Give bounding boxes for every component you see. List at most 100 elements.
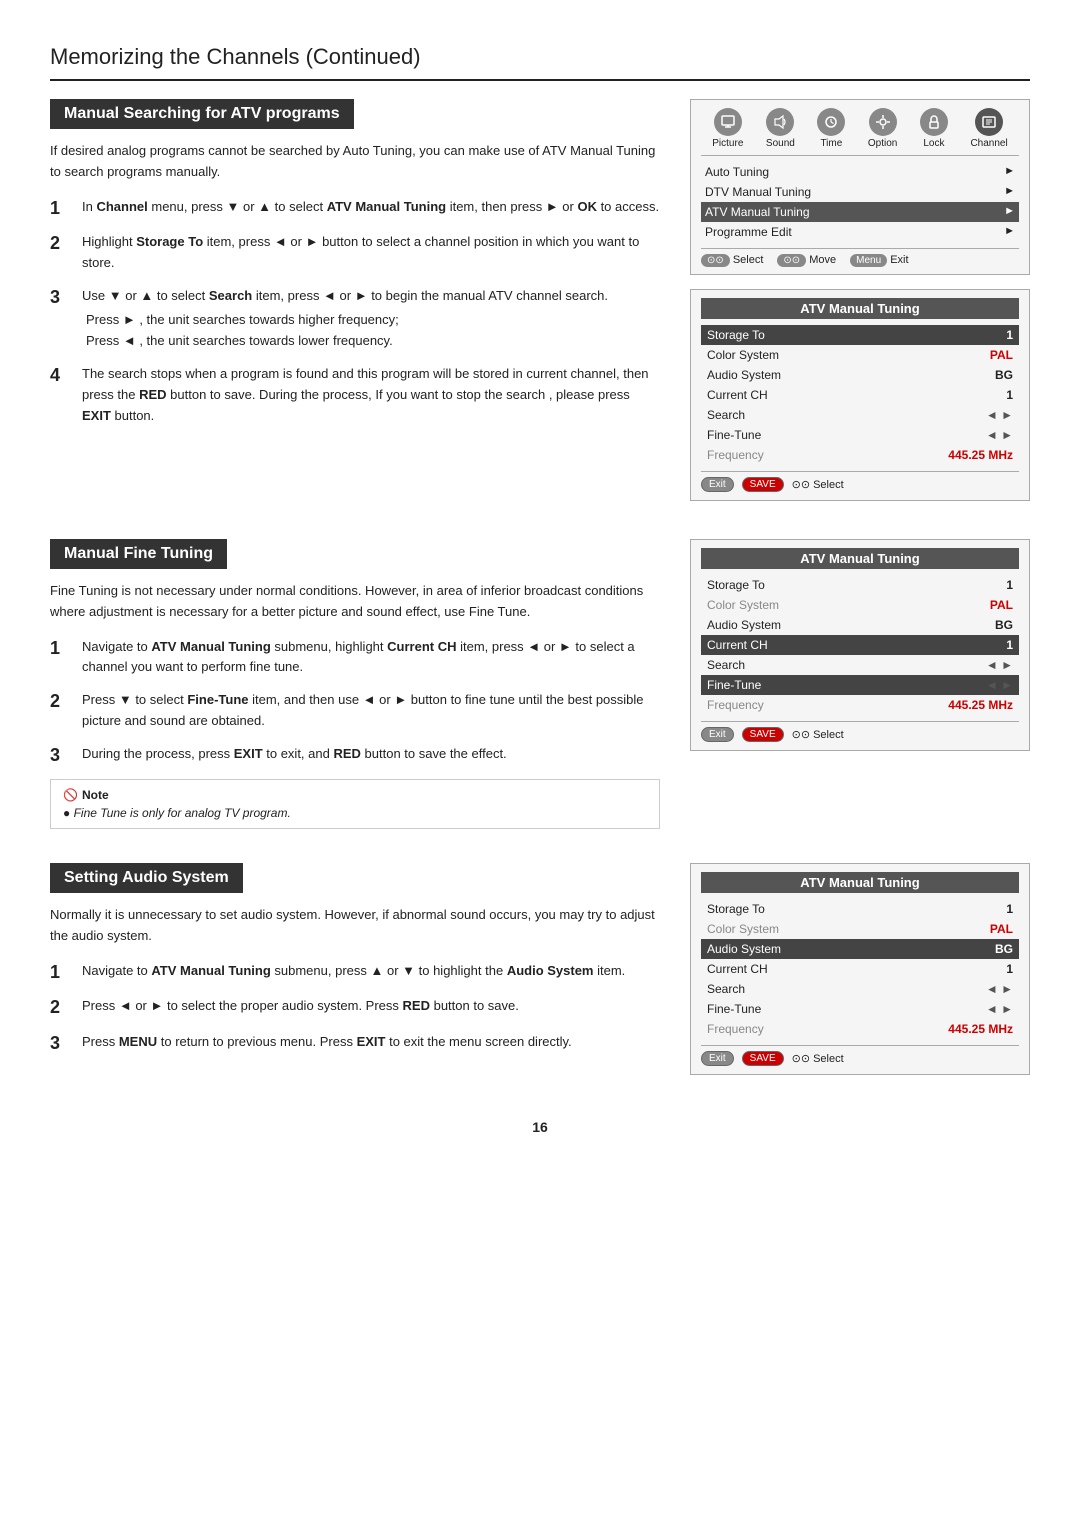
fine-step-num-3: 3 bbox=[50, 744, 72, 767]
audio-value-2: BG bbox=[995, 618, 1013, 632]
page-title: Memorizing the Channels (Continued) bbox=[50, 40, 1030, 81]
color-value-2: PAL bbox=[990, 598, 1013, 612]
freq-label-1: Frequency bbox=[707, 448, 764, 462]
atv-box2-search: Search ◄ ► bbox=[701, 655, 1019, 675]
audio-step-1: 1 Navigate to ATV Manual Tuning submenu,… bbox=[50, 961, 660, 984]
atv-box2-freq: Frequency 445.25 MHz bbox=[701, 695, 1019, 715]
search-value-3: ◄ ► bbox=[986, 982, 1013, 996]
dtv-arrow: ► bbox=[1004, 185, 1015, 199]
audio-header: Setting Audio System bbox=[50, 863, 243, 893]
note-header: 🚫 Note bbox=[63, 788, 647, 802]
finetune-value-1: ◄ ► bbox=[986, 428, 1013, 442]
curch-value-2: 1 bbox=[1006, 638, 1013, 652]
fine-step-3: 3 During the process, press EXIT to exit… bbox=[50, 744, 660, 767]
finetune-label-2: Fine-Tune bbox=[707, 678, 761, 692]
channel-icon-circle bbox=[975, 108, 1003, 136]
note-box: 🚫 Note ● Fine Tune is only for analog TV… bbox=[50, 779, 660, 829]
page-container: Memorizing the Channels (Continued) Manu… bbox=[0, 0, 1080, 1527]
menu-row-auto-tuning: Auto Tuning ► bbox=[701, 162, 1019, 182]
fine-step-content-2: Press ▼ to select Fine-Tune item, and th… bbox=[82, 690, 660, 732]
search-label-3: Search bbox=[707, 982, 745, 996]
menu-row-dtv: DTV Manual Tuning ► bbox=[701, 182, 1019, 202]
color-value-3: PAL bbox=[990, 922, 1013, 936]
atv-box1-finetune: Fine-Tune ◄ ► bbox=[701, 425, 1019, 445]
atv-header: Manual Searching for ATV programs bbox=[50, 99, 354, 129]
audio-step-content-2: Press ◄ or ► to select the proper audio … bbox=[82, 996, 660, 1019]
fine-intro: Fine Tuning is not necessary under norma… bbox=[50, 581, 660, 623]
storage-value-3: 1 bbox=[1006, 902, 1013, 916]
atv-box3-freq: Frequency 445.25 MHz bbox=[701, 1019, 1019, 1039]
exit-btn-1: Exit bbox=[701, 477, 734, 492]
audio-step-num-3: 3 bbox=[50, 1032, 72, 1055]
atv-box3-audio: Audio System BG bbox=[701, 939, 1019, 959]
atv-box1-search: Search ◄ ► bbox=[701, 405, 1019, 425]
storage-value-1: 1 bbox=[1006, 328, 1013, 342]
icon-picture: Picture bbox=[712, 108, 743, 149]
freq-value-1: 445.25 MHz bbox=[948, 448, 1013, 462]
menu-row-programme: Programme Edit ► bbox=[701, 222, 1019, 242]
atv-box1-curch: Current CH 1 bbox=[701, 385, 1019, 405]
lock-icon-circle bbox=[920, 108, 948, 136]
select-label-2: ⊙⊙ Select bbox=[792, 728, 844, 741]
atv-box2-finetune: Fine-Tune ◄ ► bbox=[701, 675, 1019, 695]
fine-step-1: 1 Navigate to ATV Manual Tuning submenu,… bbox=[50, 637, 660, 679]
storage-value-2: 1 bbox=[1006, 578, 1013, 592]
auto-tuning-arrow: ► bbox=[1004, 165, 1015, 179]
audio-value-1: BG bbox=[995, 368, 1013, 382]
move-icon: ⊙⊙ bbox=[777, 254, 806, 267]
search-label-1: Search bbox=[707, 408, 745, 422]
step-num-4: 4 bbox=[50, 364, 72, 426]
atv-right: Picture Sound Time bbox=[690, 99, 1030, 515]
fine-step-content-3: During the process, press EXIT to exit, … bbox=[82, 744, 660, 767]
save-btn-1: SAVE bbox=[742, 477, 784, 492]
curch-value-1: 1 bbox=[1006, 388, 1013, 402]
freq-value-3: 445.25 MHz bbox=[948, 1022, 1013, 1036]
atv-box3-title: ATV Manual Tuning bbox=[701, 872, 1019, 893]
atv-box1-freq: Frequency 445.25 MHz bbox=[701, 445, 1019, 465]
audio-intro: Normally it is unnecessary to set audio … bbox=[50, 905, 660, 947]
save-btn-2: SAVE bbox=[742, 727, 784, 742]
select-label-1: ⊙⊙ Select bbox=[792, 478, 844, 491]
atv-box3-footer: Exit SAVE ⊙⊙ Select bbox=[701, 1045, 1019, 1066]
save-btn-3: SAVE bbox=[742, 1051, 784, 1066]
color-label-1: Color System bbox=[707, 348, 779, 362]
time-icon-circle bbox=[817, 108, 845, 136]
audio-step-content-3: Press MENU to return to previous menu. P… bbox=[82, 1032, 660, 1055]
atv-box2-color: Color System PAL bbox=[701, 595, 1019, 615]
curch-label-3: Current CH bbox=[707, 962, 768, 976]
atv-steps: 1 In Channel menu, press ▼ or ▲ to selec… bbox=[50, 197, 660, 427]
freq-label-3: Frequency bbox=[707, 1022, 764, 1036]
atv-step-3: 3 Use ▼ or ▲ to select Search item, pres… bbox=[50, 286, 660, 352]
color-label-2: Color System bbox=[707, 598, 779, 612]
storage-label-3: Storage To bbox=[707, 902, 765, 916]
programme-arrow: ► bbox=[1004, 225, 1015, 239]
fine-step-content-1: Navigate to ATV Manual Tuning submenu, h… bbox=[82, 637, 660, 679]
atv-arrow: ► bbox=[1004, 205, 1015, 219]
search-value-1: ◄ ► bbox=[986, 408, 1013, 422]
programme-label: Programme Edit bbox=[705, 225, 792, 239]
curch-label-1: Current CH bbox=[707, 388, 768, 402]
audio-value-3: BG bbox=[995, 942, 1013, 956]
atv-box-2: ATV Manual Tuning Storage To 1 Color Sys… bbox=[690, 539, 1030, 751]
curch-label-2: Current CH bbox=[707, 638, 768, 652]
atv-box2-title: ATV Manual Tuning bbox=[701, 548, 1019, 569]
menu-icons-row: Picture Sound Time bbox=[701, 108, 1019, 156]
storage-label-1: Storage To bbox=[707, 328, 765, 342]
step-content-4: The search stops when a program is found… bbox=[82, 364, 660, 426]
step-content-2: Highlight Storage To item, press ◄ or ► … bbox=[82, 232, 660, 274]
atv-step-4: 4 The search stops when a program is fou… bbox=[50, 364, 660, 426]
atv-step-1: 1 In Channel menu, press ▼ or ▲ to selec… bbox=[50, 197, 660, 220]
color-value-1: PAL bbox=[990, 348, 1013, 362]
audio-steps: 1 Navigate to ATV Manual Tuning submenu,… bbox=[50, 961, 660, 1055]
page-number: 16 bbox=[50, 1119, 1030, 1135]
color-label-3: Color System bbox=[707, 922, 779, 936]
note-title: Note bbox=[82, 788, 109, 802]
atv-box1-title: ATV Manual Tuning bbox=[701, 298, 1019, 319]
audio-left: Setting Audio System Normally it is unne… bbox=[50, 863, 660, 1089]
audio-label-2: Audio System bbox=[707, 618, 781, 632]
finetune-value-3: ◄ ► bbox=[986, 1002, 1013, 1016]
fine-step-num-1: 1 bbox=[50, 637, 72, 679]
audio-step-content-1: Navigate to ATV Manual Tuning submenu, p… bbox=[82, 961, 660, 984]
freq-value-2: 445.25 MHz bbox=[948, 698, 1013, 712]
fine-steps: 1 Navigate to ATV Manual Tuning submenu,… bbox=[50, 637, 660, 768]
